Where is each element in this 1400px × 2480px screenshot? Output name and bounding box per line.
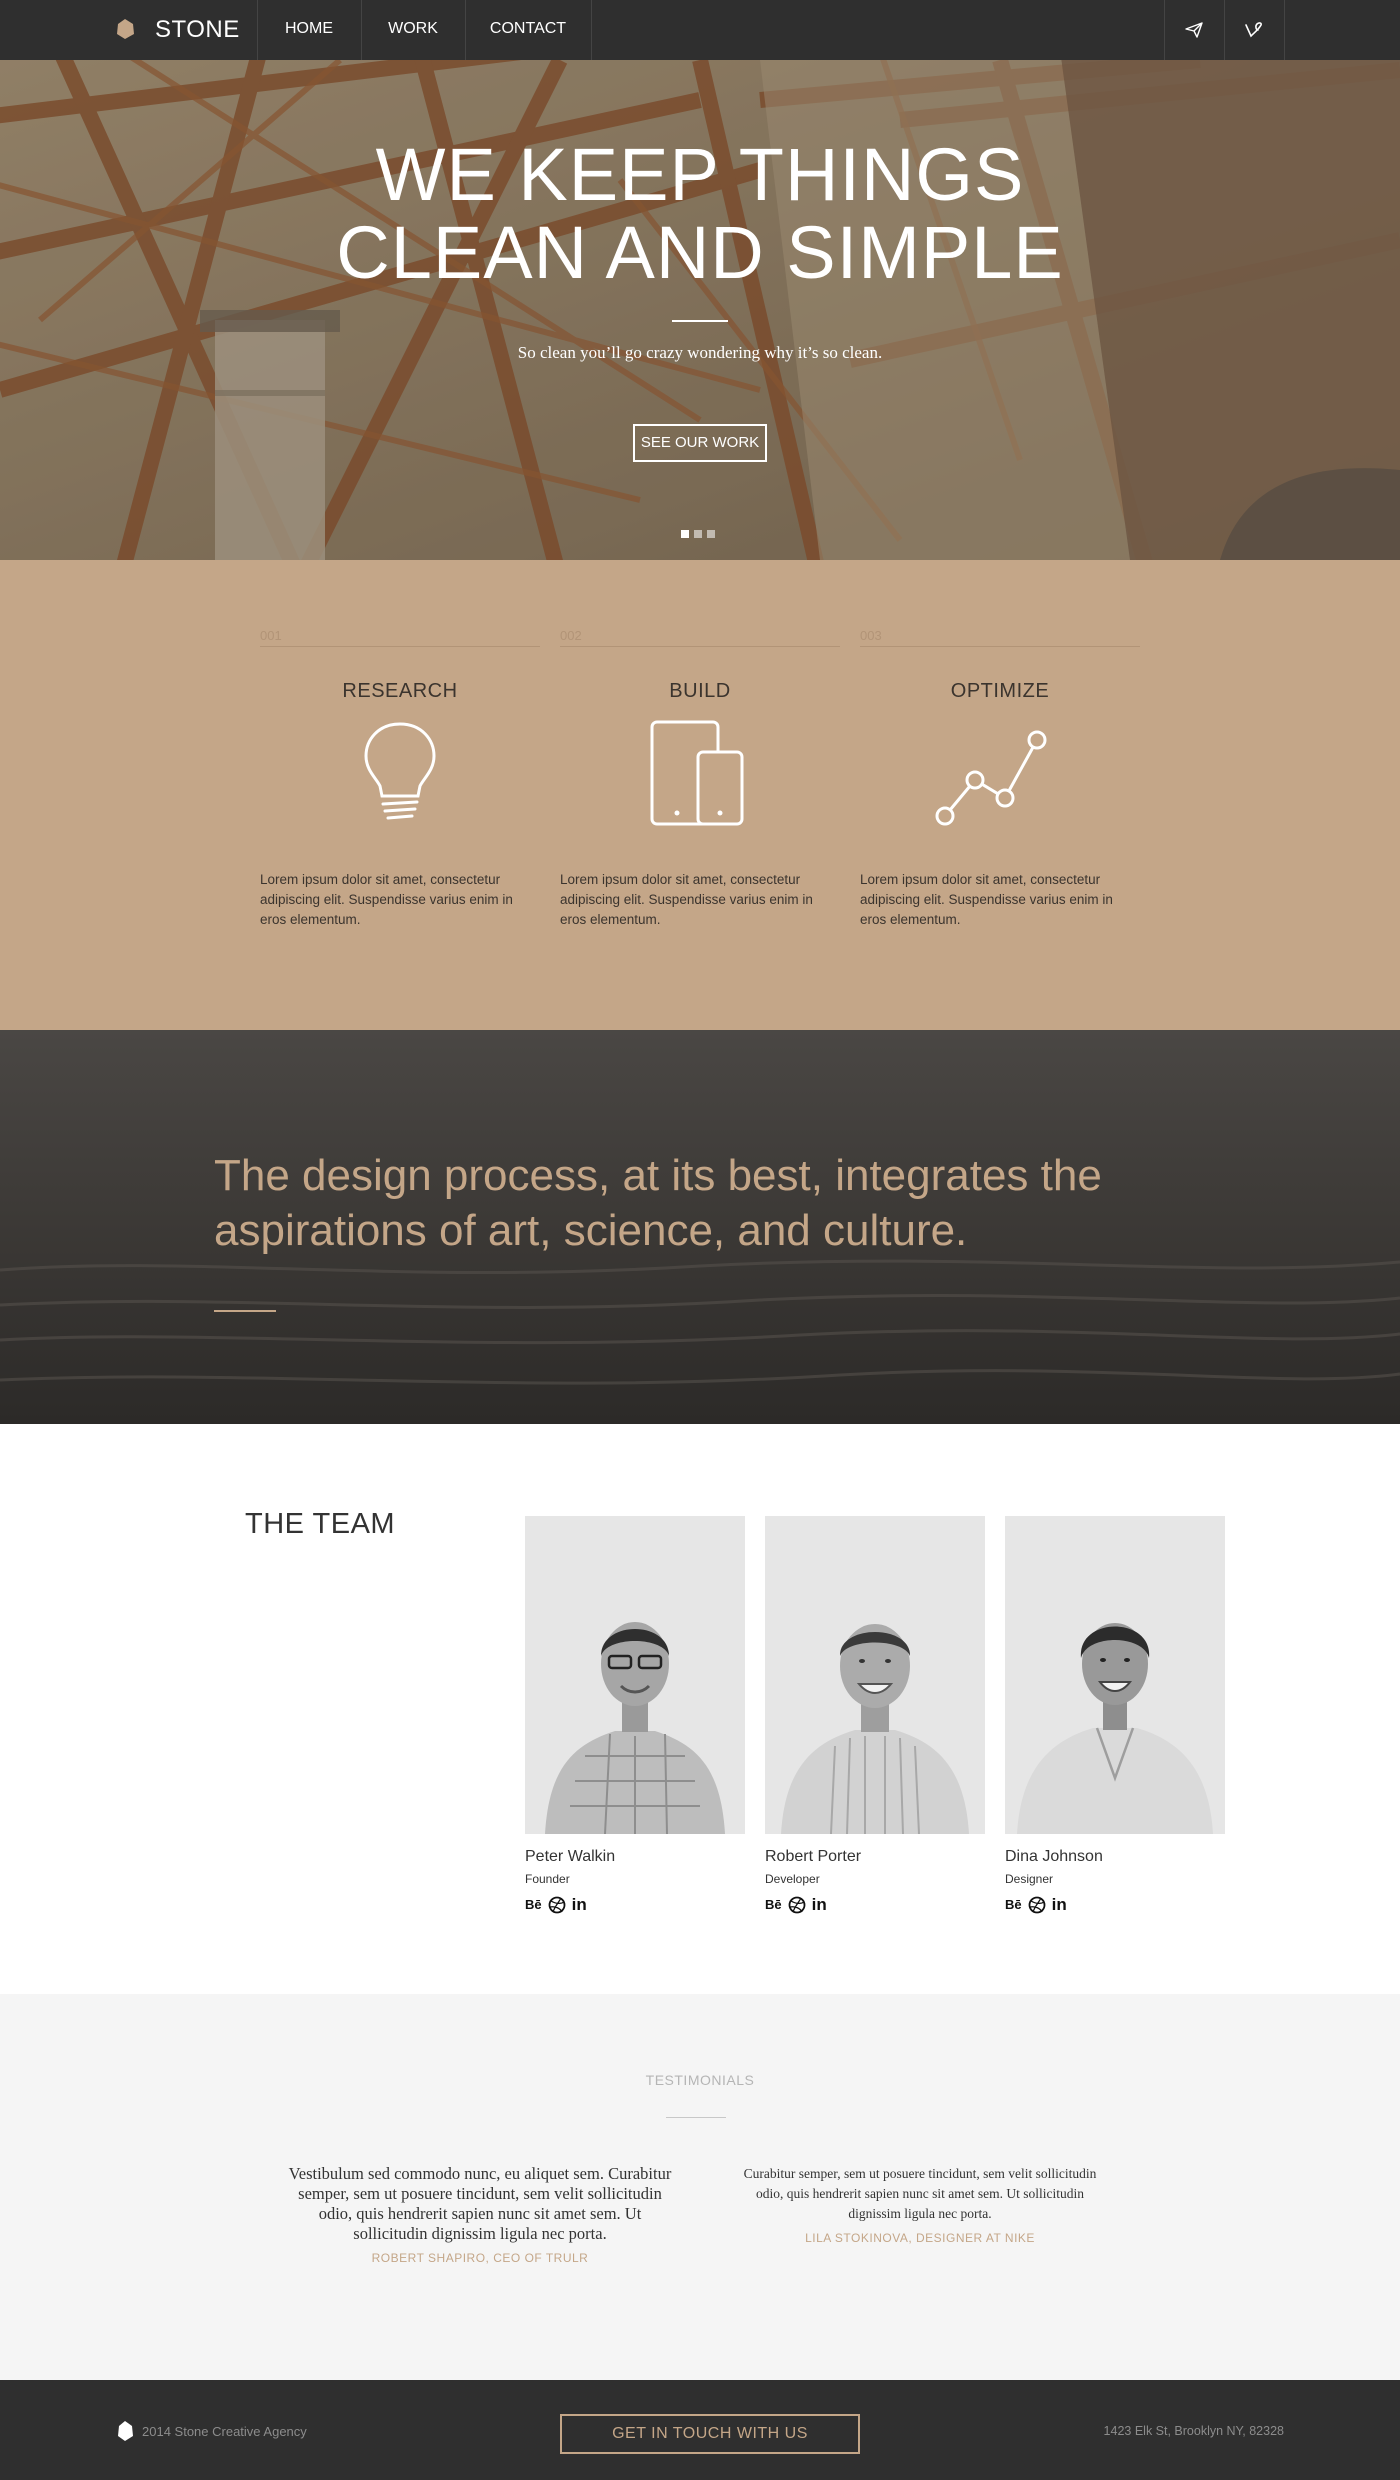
member-photo (1005, 1516, 1225, 1834)
footer: 2014 Stone Creative Agency GET IN TOUCH … (0, 2380, 1400, 2480)
feature-rule (260, 646, 540, 647)
member-name: Peter Walkin (525, 1848, 616, 1865)
member-photo (765, 1516, 985, 1834)
feature-number: 002 (560, 628, 582, 643)
feature-title: RESEARCH (342, 680, 458, 702)
footer-address: 1423 Elk St, Brooklyn NY, 82328 (1103, 2424, 1284, 2438)
team-heading: THE TEAM (245, 1508, 396, 1540)
behance-icon[interactable]: Bē (1005, 1896, 1022, 1914)
line-graph-icon (935, 730, 1047, 826)
stone-logo-icon[interactable] (116, 2420, 134, 2442)
dribbble-icon[interactable] (548, 1896, 566, 1914)
linkedin-icon[interactable]: in (1052, 1896, 1067, 1914)
hero-divider (672, 320, 728, 322)
member-name: Robert Porter (765, 1848, 862, 1865)
nav-link-contact[interactable]: CONTACT (465, 0, 591, 60)
testimonial-2: Curabitur semper, sem ut posuere tincidu… (735, 2164, 1105, 2248)
feature-number: 001 (260, 628, 282, 643)
vine-icon[interactable] (1224, 0, 1284, 60)
quote-section: The design process, at its best, integra… (0, 1030, 1400, 1424)
testimonials-heading: TESTIMONIALS (645, 2072, 755, 2088)
member-role: Designer (1005, 1872, 1054, 1886)
behance-icon[interactable]: Bē (525, 1896, 542, 1914)
feature-rule (860, 646, 1140, 647)
member-socials: Bē in (765, 1896, 827, 1914)
hero-title: WE KEEP THINGS CLEAN AND SIMPLE (0, 136, 1400, 292)
feature-number: 003 (860, 628, 882, 643)
dribbble-icon[interactable] (788, 1896, 806, 1914)
testimonials-section: TESTIMONIALS Vestibulum sed commodo nunc… (0, 1994, 1400, 2380)
team-member-card: Peter Walkin Founder Bē in (525, 1516, 745, 1914)
top-navigation: STONE HOME WORK CONTACT (0, 0, 1400, 60)
devices-icon (650, 720, 744, 826)
testimonial-text: Curabitur semper, sem ut posuere tincidu… (743, 2166, 1097, 2221)
get-in-touch-button[interactable]: GET IN TOUCH WITH US (560, 2414, 860, 2454)
feature-description: Lorem ipsum dolor sit amet, consectetur … (560, 872, 813, 927)
brand-name[interactable]: STONE (155, 16, 240, 44)
member-name: Dina Johnson (1005, 1848, 1103, 1865)
testimonial-text: Vestibulum sed commodo nunc, eu aliquet … (288, 2164, 672, 2243)
quote-text: The design process, at its best, integra… (214, 1151, 1102, 1255)
testimonial-1: Vestibulum sed commodo nunc, eu aliquet … (285, 2164, 675, 2268)
feature-title: BUILD (669, 680, 731, 702)
see-our-work-button[interactable]: SEE OUR WORK (633, 424, 767, 462)
paper-plane-icon[interactable] (1164, 0, 1224, 60)
behance-icon[interactable]: Bē (765, 1896, 782, 1914)
features-section: 001 RESEARCH Lorem ipsum dolor sit amet,… (0, 560, 1400, 1030)
slider-dots (681, 530, 715, 538)
feature-description: Lorem ipsum dolor sit amet, consectetur … (860, 872, 1113, 927)
nav-link-home[interactable]: HOME (257, 0, 361, 60)
stone-logo-icon[interactable] (114, 18, 136, 40)
team-member-card: Dina Johnson Designer Bē in (1005, 1516, 1225, 1914)
dribbble-icon[interactable] (1028, 1896, 1046, 1914)
testimonial-author: ROBERT SHAPIRO, CEO OF TRULR (371, 2251, 589, 2265)
nav-divider (1284, 0, 1285, 60)
hero-title-line1: WE KEEP THINGS (375, 133, 1025, 216)
nav-link-work[interactable]: WORK (361, 0, 465, 60)
testimonial-author: LILA STOKINOVA, DESIGNER AT NIKE (805, 2231, 1035, 2245)
quote-divider (214, 1310, 276, 1312)
linkedin-icon[interactable]: in (812, 1896, 827, 1914)
lightbulb-icon (364, 722, 436, 820)
team-member-card: Robert Porter Developer Bē in (765, 1516, 985, 1914)
hero-title-line2: CLEAN AND SIMPLE (336, 211, 1064, 294)
member-role: Founder (525, 1872, 570, 1886)
hero-section: WE KEEP THINGS CLEAN AND SIMPLE So clean… (0, 60, 1400, 560)
slider-dot-1[interactable] (681, 530, 689, 538)
member-photo (525, 1516, 745, 1834)
linkedin-icon[interactable]: in (572, 1896, 587, 1914)
member-role: Developer (765, 1872, 820, 1886)
member-socials: Bē in (1005, 1896, 1067, 1914)
team-section: THE TEAM Peter Walkin Founder Bē in Robe… (0, 1424, 1400, 1994)
hero-subtitle: So clean you’ll go crazy wondering why i… (517, 343, 883, 362)
feature-rule (560, 646, 840, 647)
nav-divider (591, 0, 592, 60)
slider-dot-3[interactable] (707, 530, 715, 538)
testimonials-divider (666, 2117, 726, 2118)
member-socials: Bē in (525, 1896, 587, 1914)
feature-title: OPTIMIZE (950, 680, 1050, 702)
feature-description: Lorem ipsum dolor sit amet, consectetur … (260, 872, 513, 927)
slider-dot-2[interactable] (694, 530, 702, 538)
footer-copyright: 2014 Stone Creative Agency (142, 2424, 307, 2439)
